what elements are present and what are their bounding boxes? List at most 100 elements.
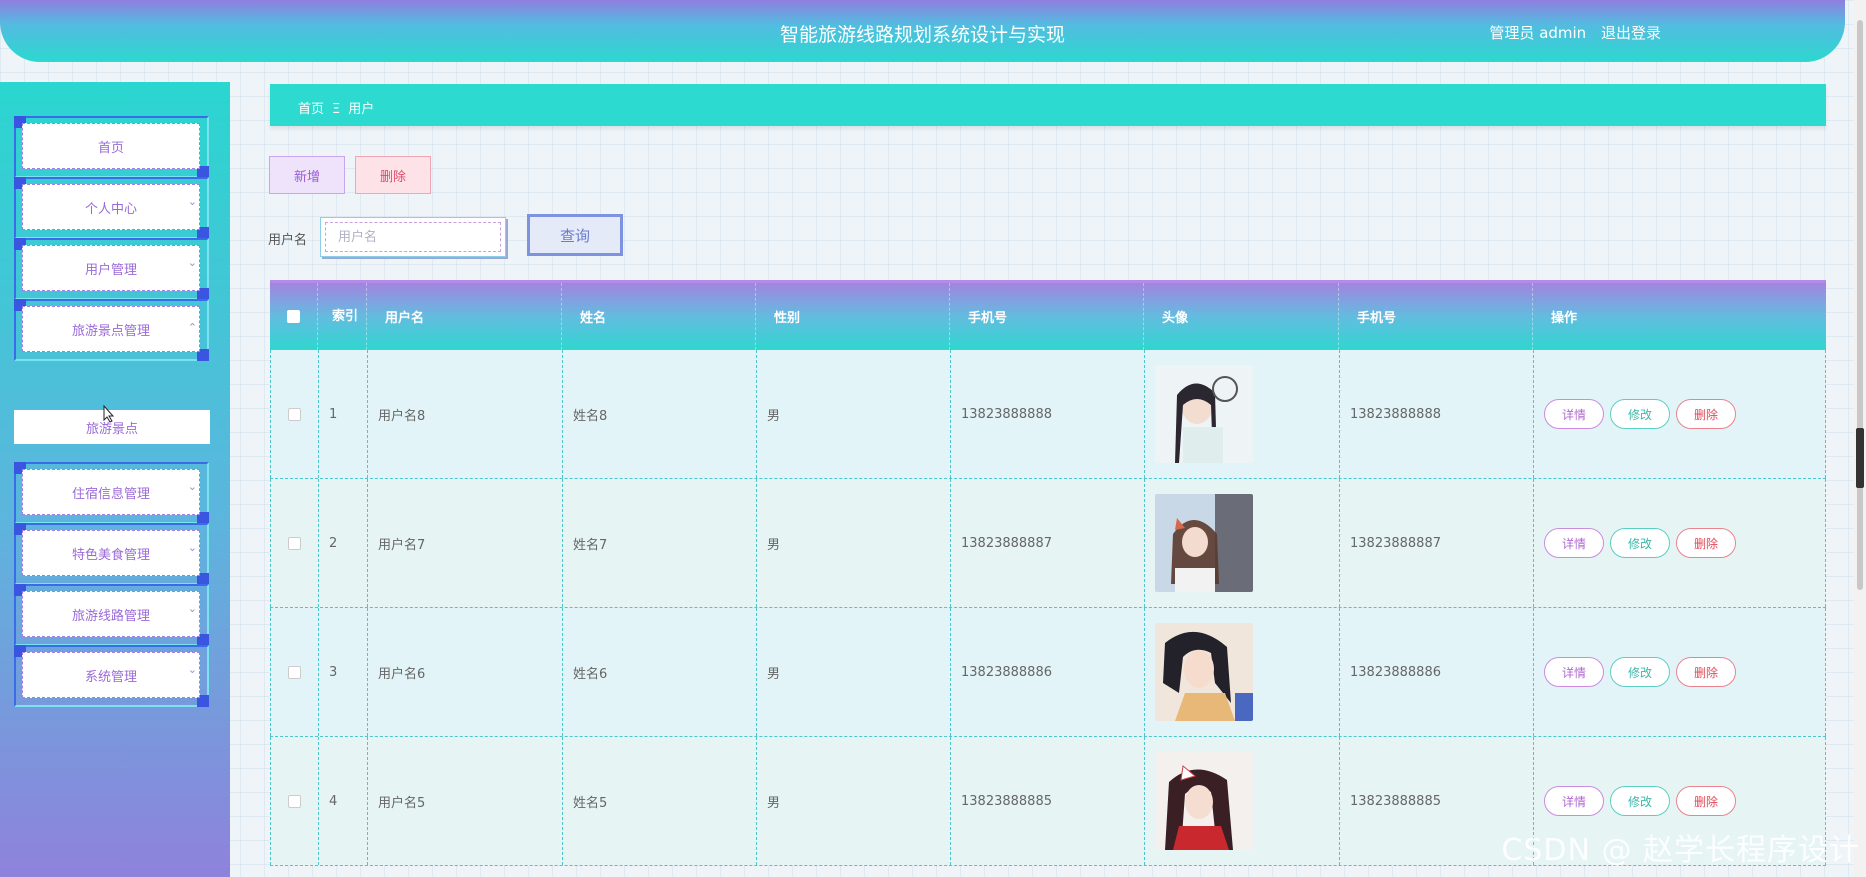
table-header: 索引 用户名 姓名 性别 手机号 头像 手机号 操作 <box>270 280 1826 350</box>
logout-link[interactable]: 退出登录 <box>1601 24 1661 42</box>
sidebar-item-lodging[interactable]: 住宿信息管理 ⌄ <box>14 462 209 524</box>
row-checkbox[interactable] <box>288 794 301 808</box>
row-select-cell <box>270 608 318 736</box>
cell-name: 姓名7 <box>562 479 756 607</box>
search-input[interactable] <box>325 222 501 252</box>
detail-button[interactable]: 详情 <box>1544 657 1604 687</box>
cell-gender: 男 <box>756 737 950 865</box>
cell-index: 4 <box>318 737 367 865</box>
mouse-cursor-icon <box>103 405 115 423</box>
detail-button[interactable]: 详情 <box>1544 528 1604 558</box>
cell-name: 姓名8 <box>562 350 756 478</box>
edit-button[interactable]: 修改 <box>1610 399 1670 429</box>
watermark: CSDN @ 赵学长程序设计 <box>1501 833 1860 868</box>
cell-gender: 男 <box>756 608 950 736</box>
row-select-cell <box>270 479 318 607</box>
col-header-name[interactable]: 姓名 <box>562 283 756 350</box>
cell-phone-2: 13823888888 <box>1339 350 1533 478</box>
cell-index: 1 <box>318 350 367 478</box>
breadcrumb: 首页 Ξ 用户 <box>270 84 1826 126</box>
sidebar-item-label[interactable]: 首页 <box>22 123 200 169</box>
sidebar: 首页 个人中心 ⌄ 用户管理 ⌄ 旅游景点管理 ⌃ 旅游景点 住宿信息管理 ⌄ … <box>0 82 230 877</box>
row-delete-button[interactable]: 删除 <box>1676 786 1736 816</box>
chevron-down-icon: ⌄ <box>187 195 197 208</box>
table-body: 1 用户名8 姓名8 男 13823888888 13823888888 详情 … <box>270 350 1826 866</box>
cell-actions: 详情 修改 删除 <box>1533 350 1826 478</box>
delete-button[interactable]: 删除 <box>355 156 431 194</box>
scrollbar-thumb[interactable] <box>1856 428 1864 488</box>
cell-gender: 男 <box>756 350 950 478</box>
detail-button[interactable]: 详情 <box>1544 399 1604 429</box>
cell-phone: 13823888888 <box>950 350 1144 478</box>
edit-button[interactable]: 修改 <box>1610 786 1670 816</box>
cell-index: 3 <box>318 608 367 736</box>
chevron-down-icon: ⌄ <box>187 256 197 269</box>
row-checkbox[interactable] <box>288 665 301 679</box>
scrollbar-track-thumb[interactable] <box>1857 20 1863 590</box>
row-delete-button[interactable]: 删除 <box>1676 528 1736 558</box>
sidebar-item-label[interactable]: 住宿信息管理 <box>22 469 200 515</box>
query-button[interactable]: 查询 <box>527 214 623 256</box>
select-all-checkbox[interactable] <box>287 310 300 323</box>
col-header-username[interactable]: 用户名 <box>367 283 562 350</box>
row-checkbox[interactable] <box>288 407 301 421</box>
edit-button[interactable]: 修改 <box>1610 657 1670 687</box>
cell-gender: 男 <box>756 479 950 607</box>
row-delete-button[interactable]: 删除 <box>1676 399 1736 429</box>
col-header-phone-2[interactable]: 手机号 <box>1339 283 1533 350</box>
breadcrumb-home[interactable]: 首页 <box>298 102 324 117</box>
chevron-down-icon: ⌄ <box>187 602 197 615</box>
col-header-phone[interactable]: 手机号 <box>950 283 1144 350</box>
cell-phone: 13823888887 <box>950 479 1144 607</box>
cell-username: 用户名6 <box>367 608 562 736</box>
sidebar-item-label[interactable]: 系统管理 <box>22 652 200 698</box>
cell-avatar <box>1144 479 1339 607</box>
chevron-up-icon: ⌃ <box>187 321 197 334</box>
top-header: 智能旅游线路规划系统设计与实现 管理员 admin 退出登录 <box>0 0 1845 62</box>
breadcrumb-current: 用户 <box>348 102 375 117</box>
add-button[interactable]: 新增 <box>269 156 345 194</box>
cell-actions: 详情 修改 删除 <box>1533 608 1826 736</box>
cell-phone: 13823888886 <box>950 608 1144 736</box>
row-select-cell <box>270 737 318 865</box>
sidebar-item-label[interactable]: 用户管理 <box>22 245 200 291</box>
avatar-image <box>1155 494 1253 592</box>
user-info: 管理员 admin 退出登录 <box>1479 22 1661 43</box>
cell-username: 用户名5 <box>367 737 562 865</box>
col-header-index[interactable]: 索引 <box>318 283 367 350</box>
cell-name: 姓名5 <box>562 737 756 865</box>
avatar-image <box>1155 365 1253 463</box>
col-header-actions: 操作 <box>1551 311 1578 326</box>
cell-username: 用户名8 <box>367 350 562 478</box>
page-scrollbar[interactable] <box>1854 0 1866 877</box>
sidebar-item-food[interactable]: 特色美食管理 ⌄ <box>14 523 209 585</box>
sidebar-item-personal[interactable]: 个人中心 ⌄ <box>14 177 209 239</box>
chevron-down-icon: ⌄ <box>187 480 197 493</box>
sidebar-item-home[interactable]: 首页 <box>14 116 209 178</box>
select-all-cell <box>270 283 318 350</box>
cell-name: 姓名6 <box>562 608 756 736</box>
cell-username: 用户名7 <box>367 479 562 607</box>
sidebar-item-routes[interactable]: 旅游线路管理 ⌄ <box>14 584 209 646</box>
col-header-avatar[interactable]: 头像 <box>1144 283 1339 350</box>
sidebar-item-system[interactable]: 系统管理 ⌄ <box>14 645 209 707</box>
user-role: 管理员 admin <box>1489 24 1587 42</box>
sidebar-item-label[interactable]: 旅游线路管理 <box>22 591 200 637</box>
sidebar-item-users[interactable]: 用户管理 ⌄ <box>14 238 209 300</box>
sidebar-item-label[interactable]: 个人中心 <box>22 184 200 230</box>
cell-phone-2: 13823888887 <box>1339 479 1533 607</box>
detail-button[interactable]: 详情 <box>1544 786 1604 816</box>
cell-index: 2 <box>318 479 367 607</box>
cell-avatar <box>1144 608 1339 736</box>
breadcrumb-separator: Ξ <box>332 102 341 117</box>
cell-avatar <box>1144 737 1339 865</box>
row-checkbox[interactable] <box>288 536 301 550</box>
avatar-image <box>1155 623 1253 721</box>
row-delete-button[interactable]: 删除 <box>1676 657 1736 687</box>
sidebar-item-label[interactable]: 旅游景点管理 <box>22 306 200 352</box>
cell-phone: 13823888885 <box>950 737 1144 865</box>
edit-button[interactable]: 修改 <box>1610 528 1670 558</box>
sidebar-item-attractions[interactable]: 旅游景点管理 ⌃ <box>14 299 209 361</box>
sidebar-item-label[interactable]: 特色美食管理 <box>22 530 200 576</box>
col-header-gender[interactable]: 性别 <box>756 283 950 350</box>
